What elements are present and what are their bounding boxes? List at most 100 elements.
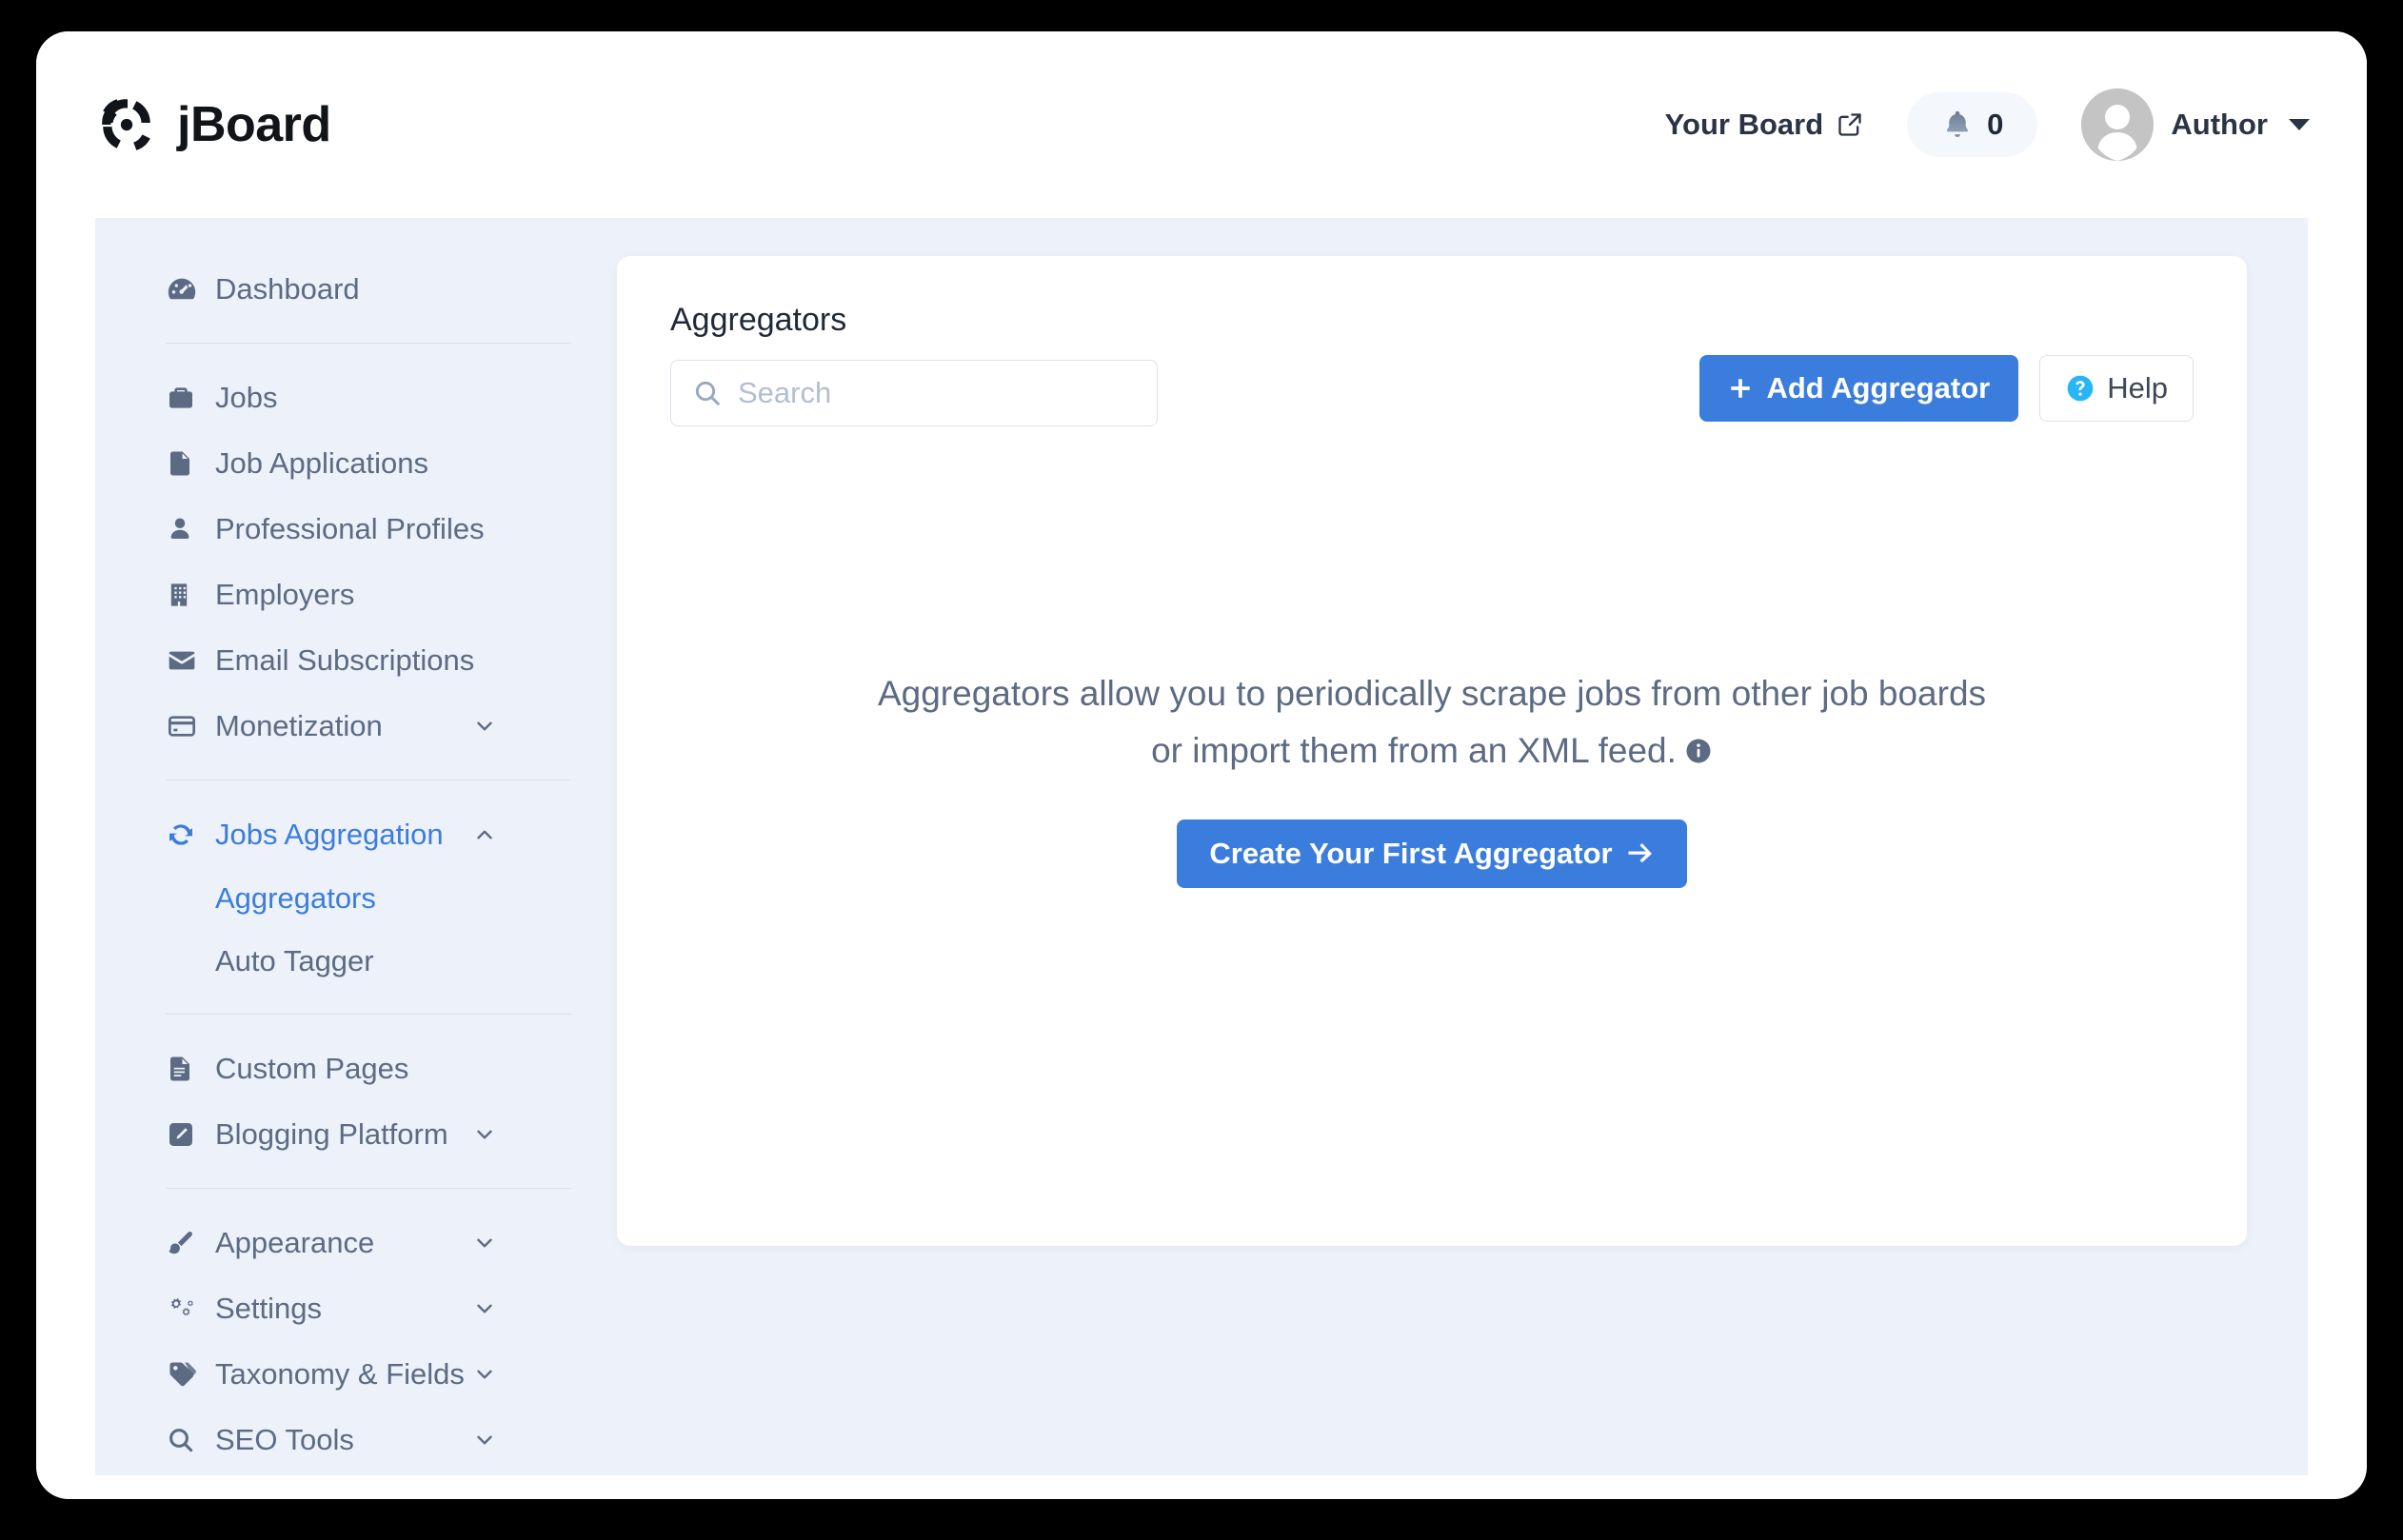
aggregators-card: Aggregators Search Add Aggregator Help A…: [617, 256, 2247, 1246]
sidebar-item-professional-profiles[interactable]: Professional Profiles: [166, 496, 562, 562]
empty-state: Aggregators allow you to periodically sc…: [617, 665, 2247, 888]
sidebar-item-dashboard[interactable]: Dashboard: [166, 256, 562, 322]
info-circle-icon[interactable]: [1677, 731, 1713, 770]
sidebar-subitem-label: Auto Tagger: [215, 944, 374, 977]
sidebar-item-label: Jobs: [215, 380, 278, 414]
gears-icon: [166, 1293, 208, 1324]
search-input[interactable]: [738, 376, 1136, 410]
sidebar-group-4: Custom Pages Blogging Platform: [166, 1036, 562, 1167]
sidebar-item-jobs-aggregation[interactable]: Jobs Aggregation: [166, 801, 562, 867]
sidebar-group-2: Jobs Job Applications Professional Profi…: [166, 365, 562, 759]
create-first-aggregator-button[interactable]: Create Your First Aggregator: [1177, 819, 1687, 888]
empty-state-line-1: Aggregators allow you to periodically sc…: [877, 674, 1987, 713]
sidebar-subitem-aggregators[interactable]: Aggregators: [166, 867, 562, 930]
chevron-down-icon[interactable]: [472, 1362, 497, 1387]
sidebar-item-job-applications[interactable]: Job Applications: [166, 430, 562, 496]
sidebar-item-label: Employers: [215, 577, 355, 611]
tags-icon: [166, 1359, 208, 1390]
sidebar-item-label: Job Applications: [215, 445, 429, 480]
briefcase-icon: [166, 383, 208, 413]
sidebar-item-blogging-platform[interactable]: Blogging Platform: [166, 1101, 562, 1167]
main-content: Aggregators Search Add Aggregator Help A…: [562, 256, 2308, 1475]
sidebar-group-1: Dashboard: [166, 256, 562, 322]
dashboard-gauge-icon: [166, 273, 208, 306]
sidebar-group-3: Jobs Aggregation Aggregators Auto Tagger: [166, 801, 562, 993]
chevron-down-icon[interactable]: [472, 714, 497, 739]
chevron-down-icon: [2289, 119, 2310, 130]
sidebar-item-label: Custom Pages: [215, 1051, 409, 1085]
add-aggregator-button[interactable]: Add Aggregator: [1699, 355, 2019, 422]
notifications-button[interactable]: 0: [1907, 92, 2038, 157]
chevron-down-icon[interactable]: [472, 1231, 497, 1255]
sidebar-item-label: SEO Tools: [215, 1422, 354, 1456]
user-name: Author: [2171, 108, 2268, 141]
sidebar-item-label: Dashboard: [215, 271, 360, 306]
sidebar-item-label: Jobs Aggregation: [215, 817, 444, 851]
sidebar-divider: [166, 1014, 571, 1015]
sidebar-item-appearance[interactable]: Appearance: [166, 1210, 562, 1275]
your-board-label: Your Board: [1664, 108, 1824, 141]
credit-card-icon: [166, 711, 208, 741]
create-first-aggregator-label: Create Your First Aggregator: [1209, 836, 1613, 870]
sidebar-item-taxonomy-fields[interactable]: Taxonomy & Fields: [166, 1341, 562, 1407]
sidebar-item-label: Blogging Platform: [215, 1116, 448, 1151]
header-actions: Your Board 0 Author: [1665, 89, 2310, 161]
sidebar-group-5: Appearance Settings Taxonomy & Fields SE…: [166, 1210, 562, 1472]
help-label: Help: [2107, 371, 2168, 405]
document-lines-icon: [166, 1054, 208, 1084]
search-icon: [166, 1425, 208, 1455]
card-header-left: Aggregators: [670, 302, 1158, 426]
body-area: Dashboard Jobs Job Applications Professi…: [95, 218, 2308, 1475]
envelope-icon: [166, 645, 208, 676]
sidebar-item-seo-tools[interactable]: SEO Tools: [166, 1407, 562, 1472]
top-header-bar: jBoard Your Board 0 Author: [36, 31, 2367, 218]
sidebar-item-label: Taxonomy & Fields: [215, 1356, 465, 1391]
sidebar-subitem-auto-tagger[interactable]: Auto Tagger: [166, 930, 562, 993]
sidebar-item-employers[interactable]: Employers: [166, 562, 562, 627]
jboard-pinwheel-logo-icon: [95, 93, 158, 156]
user-menu[interactable]: Author: [2081, 89, 2310, 161]
sidebar: Dashboard Jobs Job Applications Professi…: [95, 256, 571, 1475]
chevron-down-icon[interactable]: [472, 1296, 497, 1321]
plus-icon: [1728, 376, 1753, 401]
user-icon: [166, 514, 208, 544]
bell-icon: [1941, 109, 1974, 141]
your-board-link[interactable]: Your Board: [1665, 108, 1864, 142]
sidebar-item-label: Email Subscriptions: [215, 642, 475, 677]
paint-brush-icon: [166, 1228, 208, 1258]
pencil-square-icon: [166, 1119, 208, 1150]
search-box[interactable]: [670, 360, 1158, 426]
brand-logo-link[interactable]: jBoard: [95, 93, 331, 156]
avatar: [2081, 89, 2155, 161]
sidebar-item-jobs[interactable]: Jobs: [166, 365, 562, 430]
card-header-actions: Add Aggregator Help: [1699, 302, 2194, 422]
building-icon: [166, 580, 208, 610]
chevron-down-icon[interactable]: [472, 1122, 497, 1147]
app-window: jBoard Your Board 0 Author Dashboard Job…: [36, 31, 2367, 1499]
sync-icon: [166, 819, 208, 850]
sidebar-item-label: Settings: [215, 1291, 323, 1325]
chevron-up-icon[interactable]: [472, 822, 497, 847]
notification-count: 0: [1987, 108, 2004, 141]
chevron-down-icon[interactable]: [472, 1428, 497, 1452]
brand-name: jBoard: [177, 97, 331, 152]
external-link-icon: [1837, 111, 1863, 138]
question-circle-icon: [2065, 373, 2095, 404]
sidebar-item-label: Appearance: [215, 1225, 375, 1259]
file-icon: [166, 448, 208, 479]
sidebar-item-monetization[interactable]: Monetization: [166, 693, 562, 759]
sidebar-divider: [166, 343, 571, 344]
arrow-right-icon: [1626, 841, 1655, 866]
empty-state-line-2: or import them from an XML feed.: [1151, 730, 1677, 770]
add-aggregator-label: Add Aggregator: [1766, 371, 1991, 405]
help-button[interactable]: Help: [2039, 355, 2194, 422]
card-header: Aggregators Search Add Aggregator Help: [670, 302, 2194, 426]
sidebar-subitem-label: Aggregators: [215, 881, 376, 915]
sidebar-item-email-subscriptions[interactable]: Email Subscriptions: [166, 627, 562, 693]
sidebar-divider: [166, 1188, 571, 1189]
sidebar-item-custom-pages[interactable]: Custom Pages: [166, 1036, 562, 1101]
empty-state-text: Aggregators allow you to periodically sc…: [813, 665, 2051, 780]
sidebar-item-label: Monetization: [215, 708, 383, 742]
page-title: Aggregators: [670, 302, 847, 338]
sidebar-item-settings[interactable]: Settings: [166, 1275, 562, 1341]
